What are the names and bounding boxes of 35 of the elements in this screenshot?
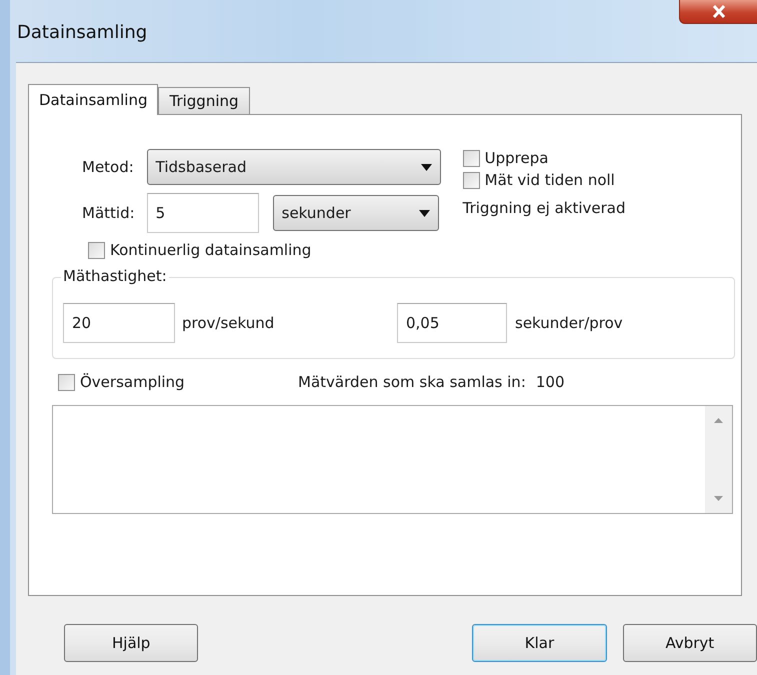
dialog-button[interactable]: Hjälp	[64, 624, 198, 662]
text-area[interactable]	[52, 405, 733, 514]
tab[interactable]: Datainsamling	[28, 84, 158, 115]
checkbox[interactable]	[88, 242, 105, 258]
close-button[interactable]	[679, 0, 757, 24]
checkbox[interactable]	[462, 172, 480, 188]
duration-label: Mättid:	[82, 204, 135, 222]
checkbox[interactable]	[58, 374, 75, 390]
seconds-per-sample-field[interactable]: 0,05	[397, 303, 507, 343]
tab[interactable]: Triggning	[158, 87, 250, 114]
window-title: Datainsamling	[17, 22, 148, 42]
checkbox[interactable]	[462, 150, 480, 166]
trigger-status-text: Triggning ej aktiverad	[462, 199, 626, 217]
checkbox-label[interactable]: Mät vid tiden noll	[462, 171, 626, 189]
dropdown-arrow-icon	[418, 210, 430, 216]
method-dropdown[interactable]: Tidsbaserad	[146, 149, 441, 185]
checkbox-label[interactable]: Översampling	[58, 373, 298, 391]
rate-legend: Mäthastighet:	[61, 267, 169, 285]
unit-label: sekunder/prov	[515, 314, 623, 332]
unit-label: prov/sekund	[182, 314, 276, 332]
duration-field[interactable]: 5	[146, 193, 259, 233]
dialog-button[interactable]: Klar	[472, 624, 607, 662]
dialog-button[interactable]: Avbryt	[622, 624, 757, 662]
unit-dropdown[interactable]: sekunder	[272, 195, 439, 231]
samples-per-second-field[interactable]: 20	[63, 303, 175, 343]
sample-count-value: 100	[536, 373, 565, 391]
close-icon	[712, 5, 726, 18]
scrollbar[interactable]	[705, 406, 732, 513]
checkbox-label[interactable]: Kontinuerlig datainsamling	[88, 241, 741, 259]
scroll-down-icon[interactable]	[714, 496, 723, 501]
method-label: Metod:	[82, 158, 135, 176]
scroll-up-icon[interactable]	[714, 418, 723, 423]
dropdown-arrow-icon	[420, 164, 432, 170]
checkbox-label[interactable]: Upprepa	[462, 149, 626, 167]
sample-count-label: Mätvärden som ska samlas in:	[298, 373, 526, 391]
